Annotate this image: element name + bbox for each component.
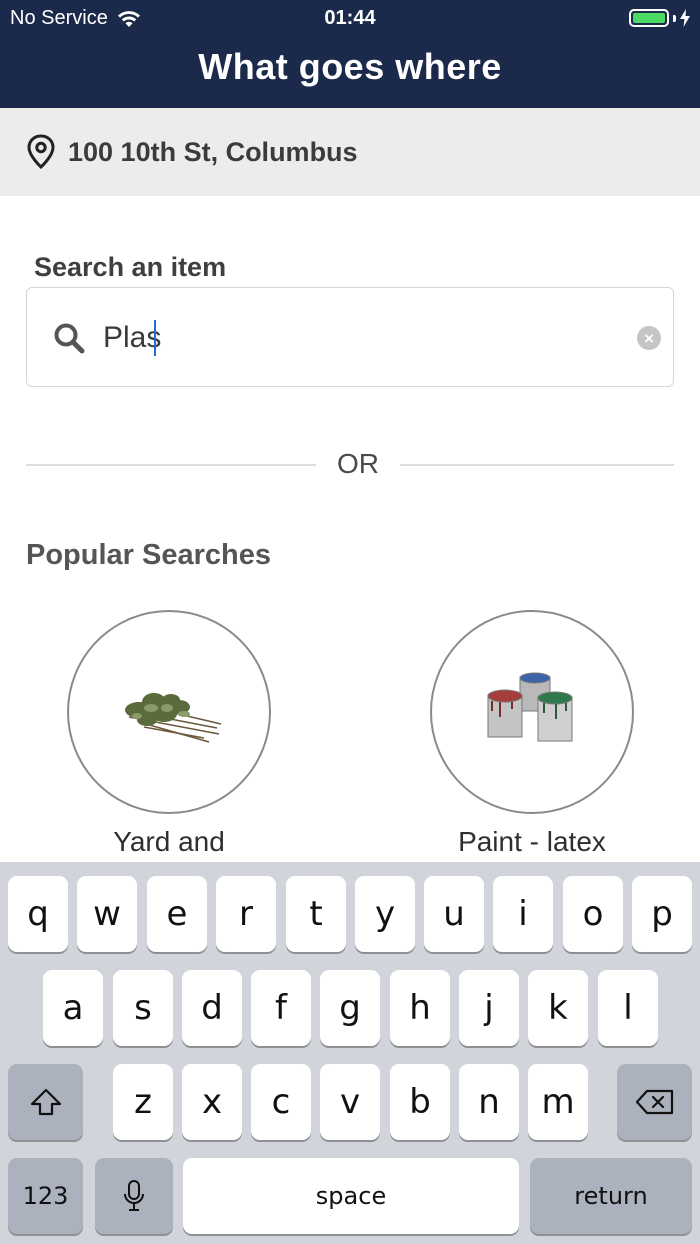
popular-item-image-frame: [67, 610, 271, 814]
key-a[interactable]: a: [43, 970, 103, 1046]
shift-key[interactable]: [8, 1064, 83, 1140]
charging-bolt-icon: [680, 9, 690, 27]
key-k[interactable]: k: [528, 970, 588, 1046]
key-q[interactable]: q: [8, 876, 68, 952]
key-b[interactable]: b: [390, 1064, 450, 1140]
key-o[interactable]: o: [563, 876, 623, 952]
status-bar: No Service 01:44: [0, 0, 700, 36]
search-input[interactable]: [103, 314, 623, 362]
battery-level: [633, 13, 665, 23]
key-c[interactable]: c: [251, 1064, 311, 1140]
top-bar: No Service 01:44 What goes where: [0, 0, 700, 108]
clock: 01:44: [324, 7, 376, 29]
key-z[interactable]: z: [113, 1064, 173, 1140]
key-y[interactable]: y: [355, 876, 415, 952]
popular-item-image-frame: [430, 610, 634, 814]
search-icon: [54, 323, 85, 354]
search-box[interactable]: ×: [26, 287, 674, 387]
search-label: Search an item: [34, 252, 227, 282]
battery-icon: [629, 9, 669, 27]
page-title: What goes where: [198, 46, 502, 87]
key-w[interactable]: w: [77, 876, 137, 952]
backspace-key[interactable]: [617, 1064, 692, 1140]
shift-arrow-icon: [30, 1088, 61, 1116]
key-d[interactable]: d: [182, 970, 242, 1046]
key-l[interactable]: l: [598, 970, 658, 1046]
popular-searches-title: Popular Searches: [26, 539, 271, 571]
key-n[interactable]: n: [459, 1064, 519, 1140]
key-f[interactable]: f: [251, 970, 311, 1046]
key-h[interactable]: h: [390, 970, 450, 1046]
return-key[interactable]: return: [530, 1158, 692, 1234]
backspace-icon: [635, 1089, 673, 1115]
battery-indicator: [629, 9, 690, 27]
location-address: 100 10th St, Columbus: [68, 136, 358, 167]
key-u[interactable]: u: [424, 876, 484, 952]
key-i[interactable]: i: [493, 876, 553, 952]
key-r[interactable]: r: [216, 876, 276, 952]
location-bar[interactable]: 100 10th St, Columbus: [0, 108, 700, 196]
key-t[interactable]: t: [286, 876, 346, 952]
dictation-key[interactable]: [95, 1158, 173, 1234]
key-e[interactable]: e: [147, 876, 207, 952]
divider-line-left: [26, 464, 316, 466]
key-p[interactable]: p: [632, 876, 692, 952]
key-m[interactable]: m: [528, 1064, 588, 1140]
divider-line-right: [400, 464, 674, 466]
on-screen-keyboard: q w e r t y u i o p a s d f g h j k l z …: [0, 862, 700, 1244]
popular-item-label: Paint - latex: [458, 826, 606, 857]
key-x[interactable]: x: [182, 1064, 242, 1140]
key-j[interactable]: j: [459, 970, 519, 1046]
or-divider-label: OR: [337, 448, 379, 479]
numbers-key[interactable]: 123: [8, 1158, 83, 1234]
popular-item-label: Yard and: [113, 826, 225, 857]
popular-item-paint[interactable]: Paint - latex: [430, 610, 634, 857]
map-pin-icon: [27, 134, 55, 170]
popular-item-yard[interactable]: Yard and: [67, 610, 271, 857]
space-key[interactable]: space: [183, 1158, 519, 1234]
paint-cans-image: [487, 672, 573, 742]
key-g[interactable]: g: [320, 970, 380, 1046]
microphone-icon: [124, 1180, 144, 1211]
yard-waste-image: [125, 693, 222, 743]
text-cursor: [154, 320, 156, 356]
key-v[interactable]: v: [320, 1064, 380, 1140]
clear-search-icon[interactable]: ×: [637, 326, 661, 350]
key-s[interactable]: s: [113, 970, 173, 1046]
